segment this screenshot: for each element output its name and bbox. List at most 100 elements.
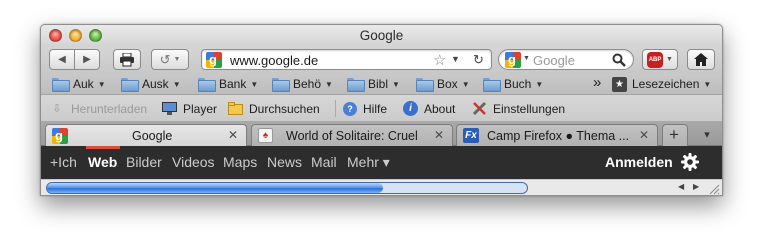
folder-icon: [416, 78, 434, 92]
tools-icon: [471, 101, 487, 117]
resize-grip-icon[interactable]: [708, 183, 720, 195]
tab-bar: g Google ✕ ♠ World of Solitaire: Cruel ✕…: [41, 122, 722, 146]
bookmark-folder-label: Auk: [73, 77, 94, 91]
new-tab-button[interactable]: +: [662, 124, 688, 146]
undo-arrow-icon: ↺: [159, 51, 171, 67]
durchsuchen-label: Durchsuchen: [249, 101, 320, 116]
search-icon[interactable]: [612, 53, 626, 67]
bookmark-folder-label: Bibl: [368, 77, 389, 91]
plus-icon: +: [669, 125, 679, 144]
solitaire-favicon-icon: ♠: [258, 128, 273, 143]
dropdown-arrow-icon: ▼: [392, 79, 400, 89]
folder-icon: [272, 78, 290, 92]
bookmarks-overflow-button[interactable]: »: [593, 74, 601, 91]
download-button[interactable]: ⇩ Herunterladen: [49, 100, 147, 117]
tab-close-icon[interactable]: ✕: [228, 128, 238, 142]
addon-toolbar: ⇩ Herunterladen Player Durchsuchen ? Hil…: [41, 95, 722, 122]
einstellungen-button[interactable]: Einstellungen: [471, 100, 565, 117]
engine-dropdown-icon[interactable]: ▼: [523, 55, 530, 62]
link-bilder[interactable]: Bilder: [126, 154, 162, 170]
player-button[interactable]: Player: [161, 100, 217, 117]
home-icon: [694, 53, 708, 66]
download-icon: ⇩: [52, 103, 62, 115]
tab-camp-firefox[interactable]: Fx Camp Firefox ● Thema ... ✕: [456, 124, 658, 146]
link-plus-ich[interactable]: +Ich: [50, 154, 77, 170]
bookmark-star-icon[interactable]: ☆: [433, 51, 446, 69]
browser-window: Google ◀ ▶ ↺ ▼ g www.google.de ☆ ▼ ↻ g ▼…: [40, 24, 723, 196]
hilfe-button[interactable]: ? Hilfe: [343, 100, 387, 117]
dropdown-arrow-icon: ▼: [703, 79, 712, 89]
folder-icon: [198, 78, 216, 92]
bookmark-folder-buch[interactable]: Buch ▼: [483, 76, 543, 92]
tab-label: Camp Firefox ● Thema ...: [487, 129, 630, 143]
printer-icon: [120, 52, 134, 66]
bookmark-folder-label: Ausk: [142, 77, 169, 91]
tab-label: World of Solitaire: Cruel: [286, 129, 418, 143]
tab-close-icon[interactable]: ✕: [639, 128, 649, 142]
search-bar[interactable]: g ▼ Google: [498, 49, 634, 70]
google-favicon-icon: g: [52, 128, 68, 144]
search-engine-icon[interactable]: g: [505, 52, 521, 68]
about-label: About: [424, 101, 456, 116]
link-web[interactable]: Web: [88, 154, 117, 170]
bookmark-folder-label: Buch: [504, 77, 532, 91]
bookmark-folder-bank[interactable]: Bank ▼: [198, 76, 258, 92]
home-button[interactable]: [687, 49, 715, 70]
tab-label: Google: [132, 129, 173, 143]
anmelden-button[interactable]: Anmelden: [605, 154, 673, 170]
title-bar: Google: [41, 25, 722, 47]
bookmark-folder-bibl[interactable]: Bibl ▼: [347, 76, 400, 92]
link-videos[interactable]: Videos: [172, 154, 215, 170]
forward-button[interactable]: ▶: [74, 49, 100, 70]
bookmark-folder-behoe[interactable]: Behö ▼: [272, 76, 333, 92]
firefox-fx-favicon-icon: Fx: [463, 128, 479, 143]
settings-gear-icon[interactable]: [681, 153, 699, 171]
status-bar: ◀ ▶: [41, 179, 722, 195]
bookmark-folder-label: Bank: [219, 77, 247, 91]
lesezeichen-menu-button[interactable]: ★ Lesezeichen ▼: [612, 76, 711, 92]
durchsuchen-button[interactable]: Durchsuchen: [227, 100, 320, 117]
dropdown-arrow-icon: ▼: [461, 79, 470, 89]
reload-icon[interactable]: ↻: [473, 52, 484, 68]
back-button[interactable]: ◀: [49, 49, 75, 70]
bookmark-folder-label: Behö: [293, 77, 322, 91]
page-load-progress-bar: [46, 182, 528, 194]
folder-search-icon: [227, 101, 243, 117]
scroll-left-icon[interactable]: ◀: [678, 182, 684, 191]
dropdown-arrow-icon: ▼: [97, 79, 106, 89]
address-bar[interactable]: g www.google.de ☆ ▼ ↻: [201, 49, 492, 70]
link-maps[interactable]: Maps: [223, 154, 257, 170]
url-text: www.google.de: [230, 53, 319, 68]
back-arrow-icon: ◀: [58, 54, 66, 65]
link-mail[interactable]: Mail: [311, 154, 337, 170]
info-icon: i: [403, 101, 418, 116]
tab-google[interactable]: g Google ✕: [45, 124, 247, 146]
hilfe-label: Hilfe: [363, 101, 388, 116]
link-mehr[interactable]: Mehr ▾: [347, 154, 390, 171]
print-button[interactable]: [113, 49, 141, 70]
dropdown-arrow-icon: ▼: [325, 79, 333, 89]
tab-close-icon[interactable]: ✕: [434, 128, 444, 142]
about-button[interactable]: i About: [403, 100, 455, 117]
search-input[interactable]: Google: [533, 53, 575, 68]
scroll-right-icon[interactable]: ▶: [693, 182, 699, 191]
bookmark-folder-ausk[interactable]: Ausk ▼: [121, 76, 181, 92]
toolbar-separator: [335, 100, 336, 117]
tab-solitaire[interactable]: ♠ World of Solitaire: Cruel ✕: [251, 124, 453, 146]
chevron-down-icon: ▾: [704, 129, 710, 141]
bookmark-folder-auk[interactable]: Auk ▼: [52, 76, 106, 92]
folder-icon: [483, 78, 501, 92]
reload-stop-button[interactable]: ↺ ▼: [151, 49, 189, 70]
google-nav-bar: +Ich Web Bilder Videos Maps News Mail Me…: [41, 146, 722, 179]
download-label: Herunterladen: [71, 101, 148, 116]
folder-icon: [52, 78, 70, 92]
link-news[interactable]: News: [267, 154, 302, 170]
list-all-tabs-button[interactable]: ▾: [693, 124, 721, 146]
history-dropdown-icon[interactable]: ▼: [451, 54, 460, 64]
bookmark-folder-box[interactable]: Box ▼: [416, 76, 470, 92]
lesezeichen-label: Lesezeichen: [632, 77, 700, 91]
site-favicon-icon: g: [206, 52, 222, 68]
adblock-button[interactable]: ABP ▼: [642, 49, 678, 70]
web-selected-indicator: [86, 146, 120, 149]
dropdown-arrow-icon: ▼: [535, 79, 544, 89]
